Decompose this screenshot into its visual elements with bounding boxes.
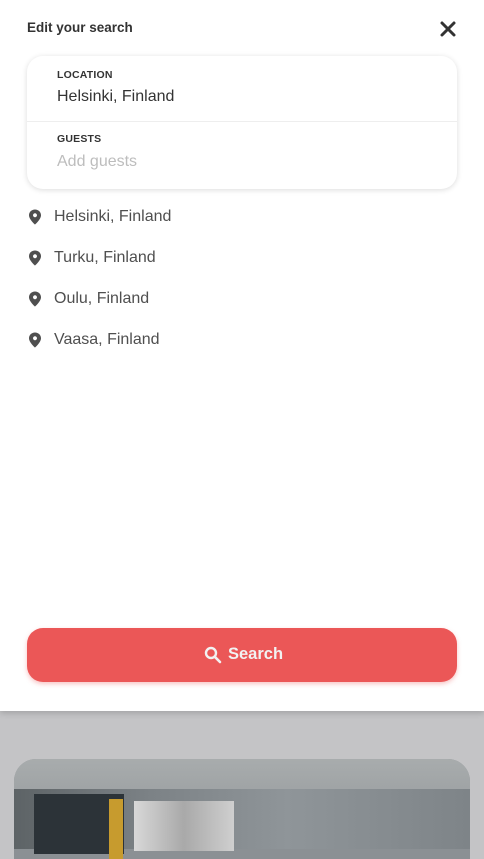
search-form-card: LOCATION Helsinki, Finland GUESTS Add gu…: [27, 56, 457, 189]
location-value: Helsinki, Finland: [57, 88, 175, 105]
location-suggestions-list: Helsinki, Finland Turku, Finland Oulu, F…: [27, 196, 457, 360]
suggestion-label: Turku, Finland: [54, 249, 156, 266]
suggestion-label: Vaasa, Finland: [54, 331, 160, 348]
search-icon: [204, 646, 222, 664]
suggestion-item-vaasa[interactable]: Vaasa, Finland: [27, 319, 457, 360]
photo-curtain: [109, 799, 123, 859]
search-button[interactable]: Search: [27, 628, 457, 682]
location-field[interactable]: LOCATION Helsinki, Finland: [27, 56, 457, 122]
background-listing-photo: [14, 759, 470, 859]
guests-placeholder: Add guests: [57, 153, 138, 170]
location-pin-icon: [29, 250, 41, 266]
location-label: LOCATION: [57, 69, 113, 81]
location-pin-icon: [29, 209, 41, 225]
suggestion-item-turku[interactable]: Turku, Finland: [27, 237, 457, 278]
guests-label: GUESTS: [57, 133, 102, 145]
location-pin-icon: [29, 291, 41, 307]
location-pin-icon: [29, 332, 41, 348]
panel-title: Edit your search: [27, 20, 133, 35]
photo-wall-art: [134, 801, 234, 851]
close-icon: [440, 21, 456, 37]
close-button[interactable]: [438, 19, 458, 39]
suggestion-item-helsinki[interactable]: Helsinki, Finland: [27, 196, 457, 237]
search-button-label: Search: [228, 645, 284, 663]
suggestion-label: Oulu, Finland: [54, 290, 150, 307]
suggestion-item-oulu[interactable]: Oulu, Finland: [27, 278, 457, 319]
suggestion-label: Helsinki, Finland: [54, 208, 172, 225]
guests-field[interactable]: GUESTS Add guests: [27, 122, 457, 189]
search-panel: Edit your search LOCATION Helsinki, Finl…: [0, 0, 484, 711]
